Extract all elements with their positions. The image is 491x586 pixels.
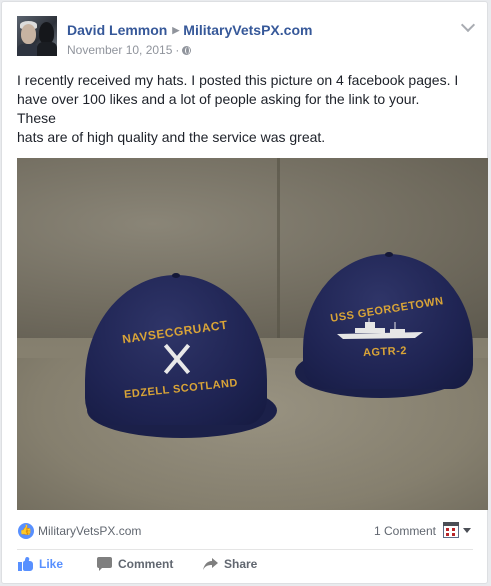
comment-button[interactable]: Comment (97, 557, 173, 571)
post-timestamp-link[interactable]: November 10, 2015 (67, 43, 172, 57)
hat-navsecgruact: NAVSECGRUACT EDZELL SCOTLAND (77, 263, 277, 438)
crossed-emblem-icon (159, 341, 195, 379)
view-switcher-icon[interactable] (443, 522, 459, 538)
share-label: Share (224, 557, 258, 571)
chevron-down-icon[interactable] (460, 17, 476, 33)
post-header: David Lemmon ▶ MilitaryVetsPX.com November… (17, 14, 476, 60)
like-button[interactable]: Like (18, 556, 64, 571)
thumbs-up-icon (18, 556, 33, 571)
meta-separator: · (175, 43, 180, 57)
reactions-bar: 👍 MilitaryVetsPX.com 1 Comment (17, 521, 473, 543)
caret-down-icon[interactable] (463, 528, 471, 533)
post-text-line: have over 100 likes and a lot of people … (17, 91, 420, 107)
actions-divider (17, 549, 473, 550)
like-label: Like (39, 557, 64, 571)
post-text-line: These (17, 110, 56, 126)
share-button[interactable]: Share (203, 557, 257, 571)
comments-count-link[interactable]: 1 Comment (374, 524, 436, 538)
post-meta: November 10, 2015 · (67, 43, 192, 57)
post-text-line: I recently received my hats. I posted th… (17, 72, 459, 88)
share-arrow-icon (203, 557, 218, 571)
globe-icon[interactable] (182, 46, 192, 55)
ship-emblem-icon (337, 318, 423, 339)
post-photo[interactable]: NAVSECGRUACT EDZELL SCOTLAND USS GEORGET… (17, 158, 488, 510)
couch-seam (277, 158, 280, 338)
hat-uss-georgetown: USS GEORGETOWN AGTR-2 (295, 246, 485, 406)
comment-label: Comment (118, 557, 174, 571)
post-actions: Like Comment Share (17, 554, 473, 580)
arrow-right-icon: ▶ (172, 25, 180, 35)
author-avatar[interactable] (17, 16, 57, 56)
comment-bubble-icon (97, 557, 112, 571)
post-author-line: David Lemmon ▶ MilitaryVetsPX.com (67, 22, 312, 38)
author-name-link[interactable]: David Lemmon (67, 22, 167, 38)
post-card: David Lemmon ▶ MilitaryVetsPX.com November… (1, 1, 488, 584)
like-reaction-icon: 👍 (18, 523, 34, 539)
post-text-line: hats are of high quality and the service… (17, 129, 326, 145)
likers-link[interactable]: MilitaryVetsPX.com (38, 524, 141, 538)
post-body: I recently received my hats. I posted th… (17, 71, 477, 147)
target-page-link[interactable]: MilitaryVetsPX.com (183, 22, 312, 38)
